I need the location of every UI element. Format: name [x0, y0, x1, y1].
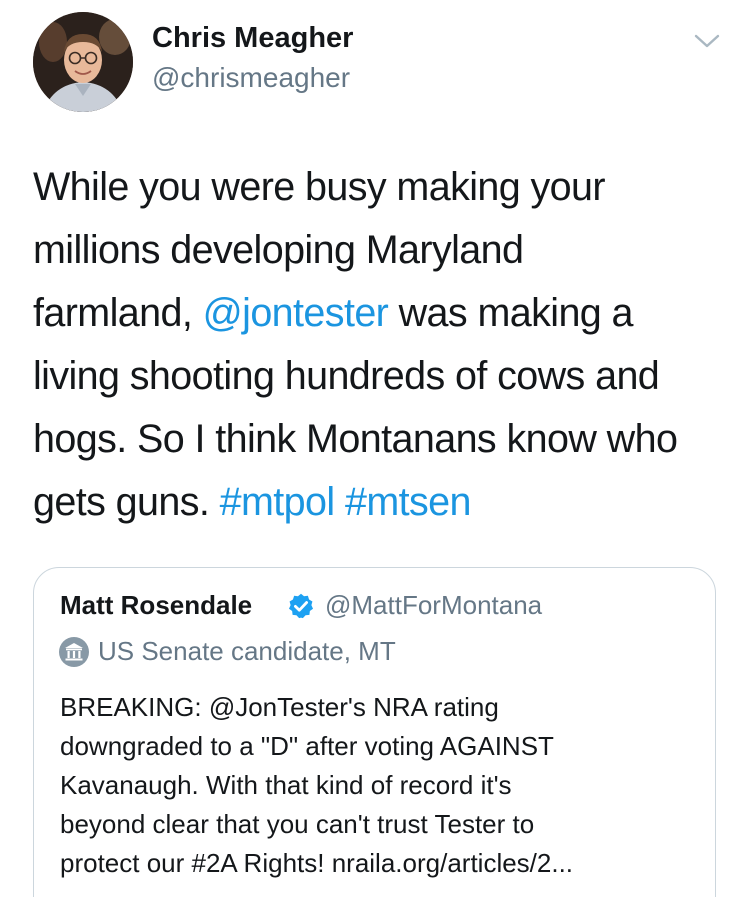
tweet-text-segment: While you were busy making your	[33, 165, 606, 209]
quoted-tweet-card[interactable]: Matt Rosendale @MattForMontana US Senate…	[33, 567, 716, 897]
author-handle[interactable]: @chrismeagher	[152, 62, 350, 94]
hashtag-link[interactable]: #mtsen	[345, 480, 472, 524]
tweet-line: living shooting hundreds of cows and	[33, 345, 723, 408]
quoted-account-label: US Senate candidate, MT	[98, 636, 396, 666]
tweet-text-segment: living shooting hundreds of cows and	[33, 354, 660, 398]
quoted-tweet-line: beyond clear that you can't trust Tester…	[60, 809, 535, 839]
mention-link[interactable]: @jontester	[203, 291, 389, 335]
author-avatar[interactable]	[33, 12, 133, 112]
hashtag-link[interactable]: #mtpol	[220, 480, 336, 524]
tweet-line: farmland, @jontester was making a	[33, 282, 723, 345]
tweet-text-segment: hogs. So I think Montanans know who	[33, 417, 678, 461]
chevron-down-icon[interactable]	[692, 30, 722, 52]
quoted-tweet-line: downgraded to a "D" after voting AGAINST	[60, 731, 554, 761]
tweet-text-segment: was making a	[388, 291, 634, 335]
avatar-photo	[33, 12, 133, 112]
quoted-tweet-text: BREAKING: @JonTester's NRA rating downgr…	[60, 688, 700, 883]
quoted-tweet-line: BREAKING: @JonTester's NRA rating	[60, 692, 499, 722]
tweet-text-segment: gets guns.	[33, 480, 220, 524]
author-display-name[interactable]: Chris Meagher	[152, 22, 353, 55]
tweet-line: gets guns. #mtpol #mtsen	[33, 471, 723, 534]
government-building-icon	[59, 637, 89, 667]
quoted-tweet-line: Kavanaugh. With that kind of record it's	[60, 770, 512, 800]
tweet-text: While you were busy making your millions…	[33, 156, 723, 534]
quoted-handle[interactable]: @MattForMontana	[325, 590, 542, 621]
tweet-line: millions developing Maryland	[33, 219, 723, 282]
tweet-text-segment: millions developing Maryland	[33, 228, 524, 272]
tweet-text-segment: farmland,	[33, 291, 203, 335]
tweet-text-segment	[335, 480, 345, 524]
quoted-display-name[interactable]: Matt Rosendale	[60, 590, 252, 621]
quoted-tweet-line: protect our #2A Rights! nraila.org/artic…	[60, 848, 574, 878]
tweet-line: While you were busy making your	[33, 156, 723, 219]
tweet-line: hogs. So I think Montanans know who	[33, 408, 723, 471]
verified-badge-icon	[288, 593, 314, 619]
